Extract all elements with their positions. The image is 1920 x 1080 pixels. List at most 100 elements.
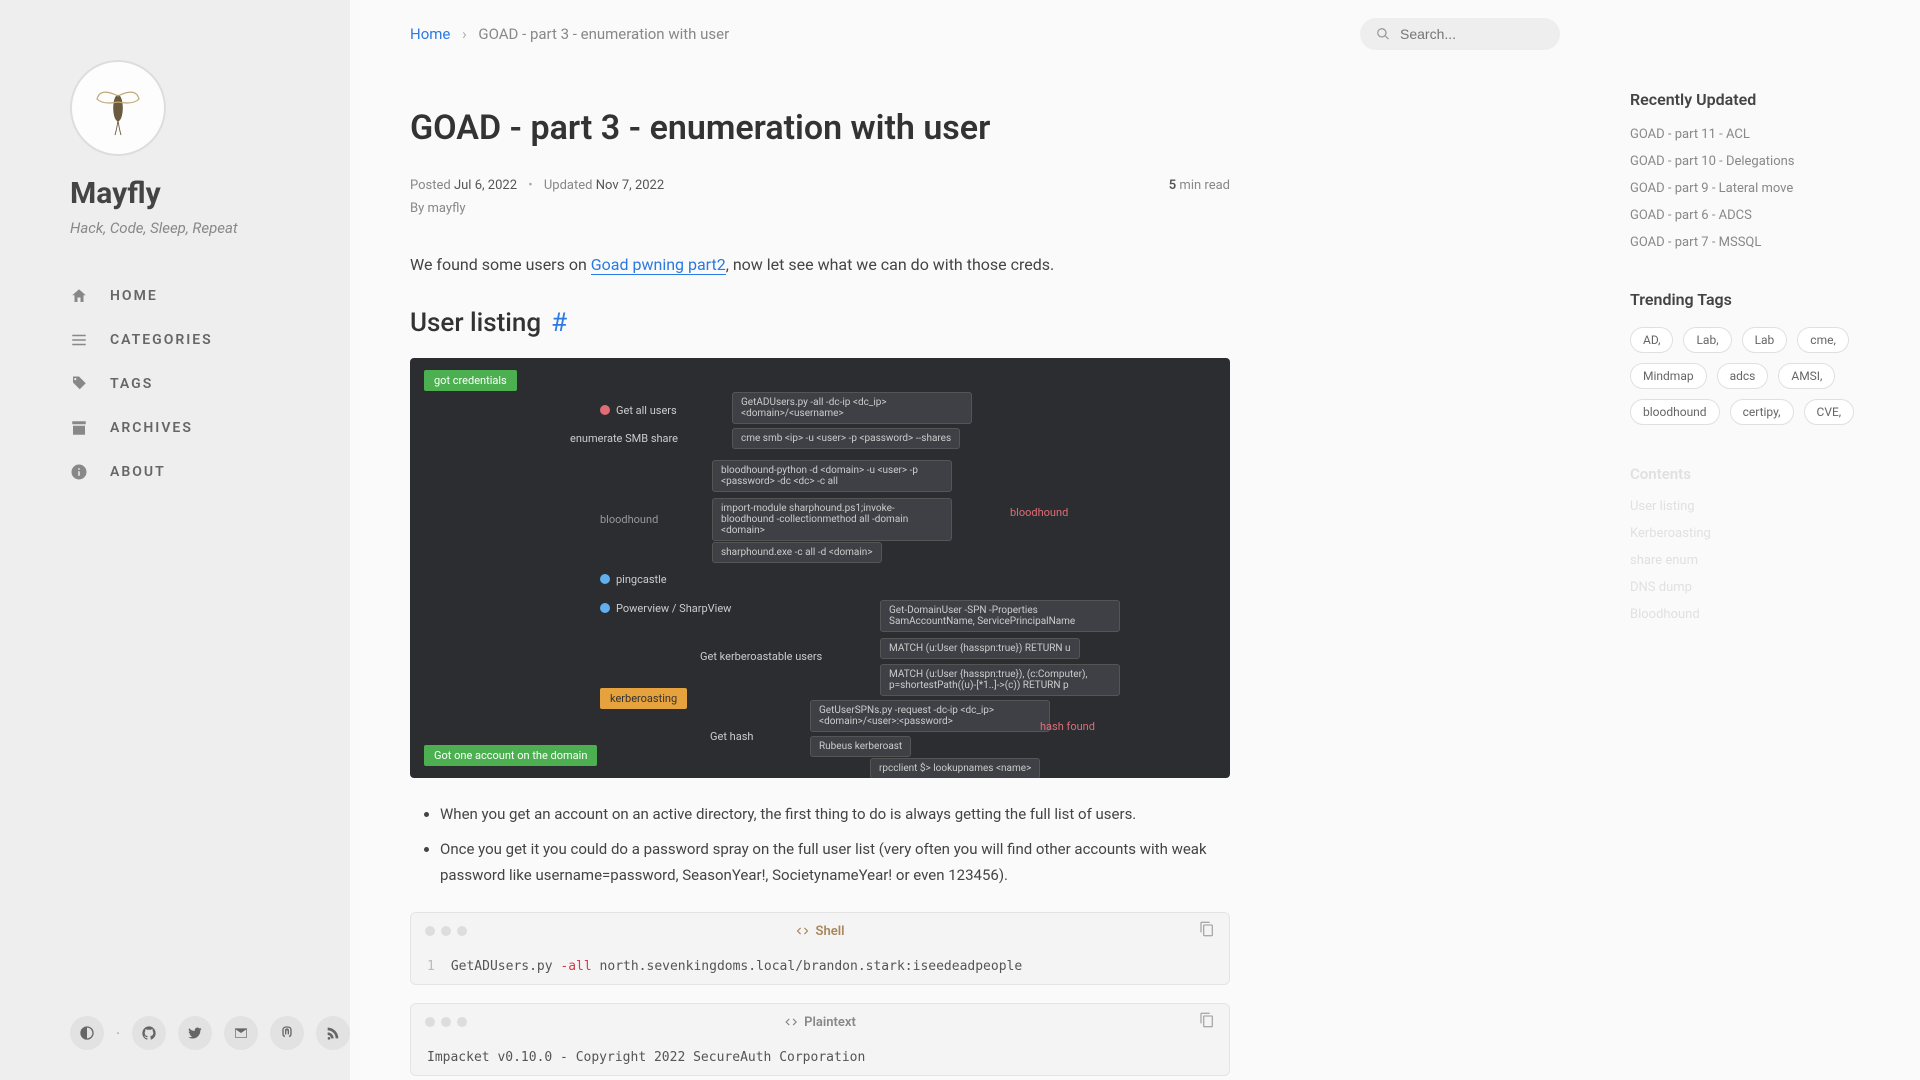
by-label: By [410, 201, 424, 216]
github-link[interactable] [132, 1016, 166, 1050]
copy-button[interactable] [1199, 1012, 1215, 1032]
section-title: User listing [410, 308, 541, 338]
copy-button[interactable] [1199, 921, 1215, 941]
breadcrumb-separator: › [462, 25, 467, 43]
mastodon-link[interactable] [270, 1016, 304, 1050]
code-line: Impacket v0.10.0 - Copyright 2022 Secure… [427, 1050, 865, 1065]
twitter-link[interactable] [178, 1016, 212, 1050]
breadcrumb: Home › GOAD - part 3 - enumeration with … [410, 25, 729, 43]
topbar: Home › GOAD - part 3 - enumeration with … [410, 0, 1560, 68]
toc-item[interactable]: DNS dump [1630, 580, 1890, 595]
recent-item[interactable]: GOAD - part 9 - Lateral move [1630, 181, 1890, 196]
tag-pill[interactable]: bloodhound [1630, 399, 1720, 425]
copy-icon [1199, 921, 1215, 937]
tag-pill[interactable]: cme, [1797, 327, 1849, 353]
tag-pill[interactable]: Lab, [1683, 327, 1731, 353]
toc-item[interactable]: User listing [1630, 499, 1890, 514]
posted-label: Posted [410, 178, 451, 193]
author-name: mayfly [428, 201, 466, 216]
mm-node-enumsmb: enumerate SMB share [570, 432, 678, 445]
recent-item[interactable]: GOAD - part 10 - Delegations [1630, 154, 1890, 169]
nav-label: HOME [110, 288, 158, 304]
article-title: GOAD - part 3 - enumeration with user [410, 108, 1230, 148]
mm-box-getadusers: GetADUsers.py -all -dc-ip <dc_ip> <domai… [732, 392, 972, 424]
site-title[interactable]: Mayfly [70, 176, 350, 211]
posted-date: Jul 6, 2022 [454, 178, 517, 193]
code-icon [796, 924, 810, 938]
toc-item[interactable]: Bloodhound [1630, 607, 1890, 622]
copy-icon [1199, 1012, 1215, 1028]
code-lang-label: Shell [796, 924, 845, 939]
mm-box-sharphoundps: import-module sharphound.ps1;invoke-bloo… [712, 498, 952, 541]
toc-item[interactable]: share enum [1630, 553, 1890, 568]
sidebar: Mayfly Hack, Code, Sleep, Repeat HOME CA… [0, 0, 350, 1080]
breadcrumb-home[interactable]: Home [410, 25, 450, 43]
mm-box-rpcclient: rpcclient $> lookupnames <name> [870, 758, 1040, 778]
toc-item[interactable]: Kerberoasting [1630, 526, 1890, 541]
code-lang-label: Plaintext [784, 1015, 856, 1030]
theme-toggle-button[interactable] [70, 1016, 104, 1050]
tag-pill[interactable]: CVE, [1804, 399, 1855, 425]
separator: · [116, 1024, 120, 1043]
mm-badge-kerb: kerberoasting [600, 688, 687, 709]
mm-node-pingcastle: pingcastle [600, 573, 667, 586]
right-sidebar: Recently Updated GOAD - part 11 - ACL GO… [1620, 0, 1920, 1080]
tag-pill[interactable]: Lab [1742, 327, 1788, 353]
archive-icon [70, 419, 88, 437]
intro-link[interactable]: Goad pwning part2 [591, 255, 726, 275]
bullet-list: When you get an account on an active dir… [440, 802, 1230, 889]
contents-title: Contents [1630, 465, 1890, 483]
tag-pill[interactable]: AD, [1630, 327, 1673, 353]
mayfly-logo-icon [88, 78, 148, 138]
nav-home[interactable]: HOME [70, 287, 350, 305]
intro-post: , now let see what we can do with those … [726, 255, 1055, 274]
code-icon [784, 1015, 798, 1029]
bullet-item: When you get an account on an active dir… [440, 802, 1230, 828]
tag-pill[interactable]: AMSI, [1778, 363, 1835, 389]
twitter-icon [187, 1025, 203, 1041]
tag-pill[interactable]: Mindmap [1630, 363, 1707, 389]
list-icon [70, 331, 88, 349]
mm-node-gethash: Get hash [710, 730, 753, 743]
content-column: Home › GOAD - part 3 - enumeration with … [350, 0, 1620, 1080]
email-link[interactable] [224, 1016, 258, 1050]
search-box[interactable] [1360, 18, 1560, 50]
code-dots [425, 1017, 467, 1027]
rss-icon [325, 1025, 341, 1041]
mm-node-powerview: Powerview / SharpView [600, 602, 731, 615]
recent-item[interactable]: GOAD - part 11 - ACL [1630, 127, 1890, 142]
mm-node-kerbusers: Get kerberoastable users [700, 650, 822, 663]
code-block-shell: Shell 1 GetADUsers.py -all north.sevenki… [410, 912, 1230, 985]
anchor-icon[interactable]: # [551, 308, 567, 338]
nav-about[interactable]: ABOUT [70, 463, 350, 481]
read-time: 5 min read [1169, 178, 1230, 193]
mm-label-bloodhound: bloodhound [600, 513, 658, 526]
tag-pill[interactable]: certipy, [1730, 399, 1794, 425]
mm-label-bloodhound-right: bloodhound [1010, 506, 1068, 519]
mastodon-icon [279, 1025, 295, 1041]
rss-link[interactable] [316, 1016, 350, 1050]
code-dots [425, 926, 467, 936]
read-label: read [1204, 178, 1230, 193]
recent-item[interactable]: GOAD - part 6 - ADCS [1630, 208, 1890, 223]
mm-box-rubeus: Rubeus kerberoast [810, 736, 911, 757]
code-block-plaintext: Plaintext Impacket v0.10.0 - Copyright 2… [410, 1003, 1230, 1076]
table-of-contents: Contents User listing Kerberoasting shar… [1630, 465, 1890, 622]
breadcrumb-current: GOAD - part 3 - enumeration with user [478, 25, 729, 43]
nav-archives[interactable]: ARCHIVES [70, 419, 350, 437]
nav-categories[interactable]: CATEGORIES [70, 331, 350, 349]
nav-tags[interactable]: TAGS [70, 375, 350, 393]
github-icon [141, 1025, 157, 1041]
nav-label: ABOUT [110, 464, 166, 480]
updated-label: Updated [544, 178, 593, 193]
mm-box-match1: MATCH (u:User {hasspn:true}) RETURN u [880, 638, 1080, 659]
recent-title: Recently Updated [1630, 90, 1890, 109]
recent-item[interactable]: GOAD - part 7 - MSSQL [1630, 235, 1890, 250]
read-unit: min [1179, 178, 1201, 193]
mindmap-image[interactable]: got credentials Got one account on the d… [410, 358, 1230, 778]
tag-pill[interactable]: adcs [1717, 363, 1769, 389]
mm-badge-credentials: got credentials [424, 370, 517, 391]
avatar[interactable] [70, 60, 166, 156]
sidebar-footer: · [70, 1016, 350, 1050]
search-input[interactable] [1400, 26, 1540, 42]
